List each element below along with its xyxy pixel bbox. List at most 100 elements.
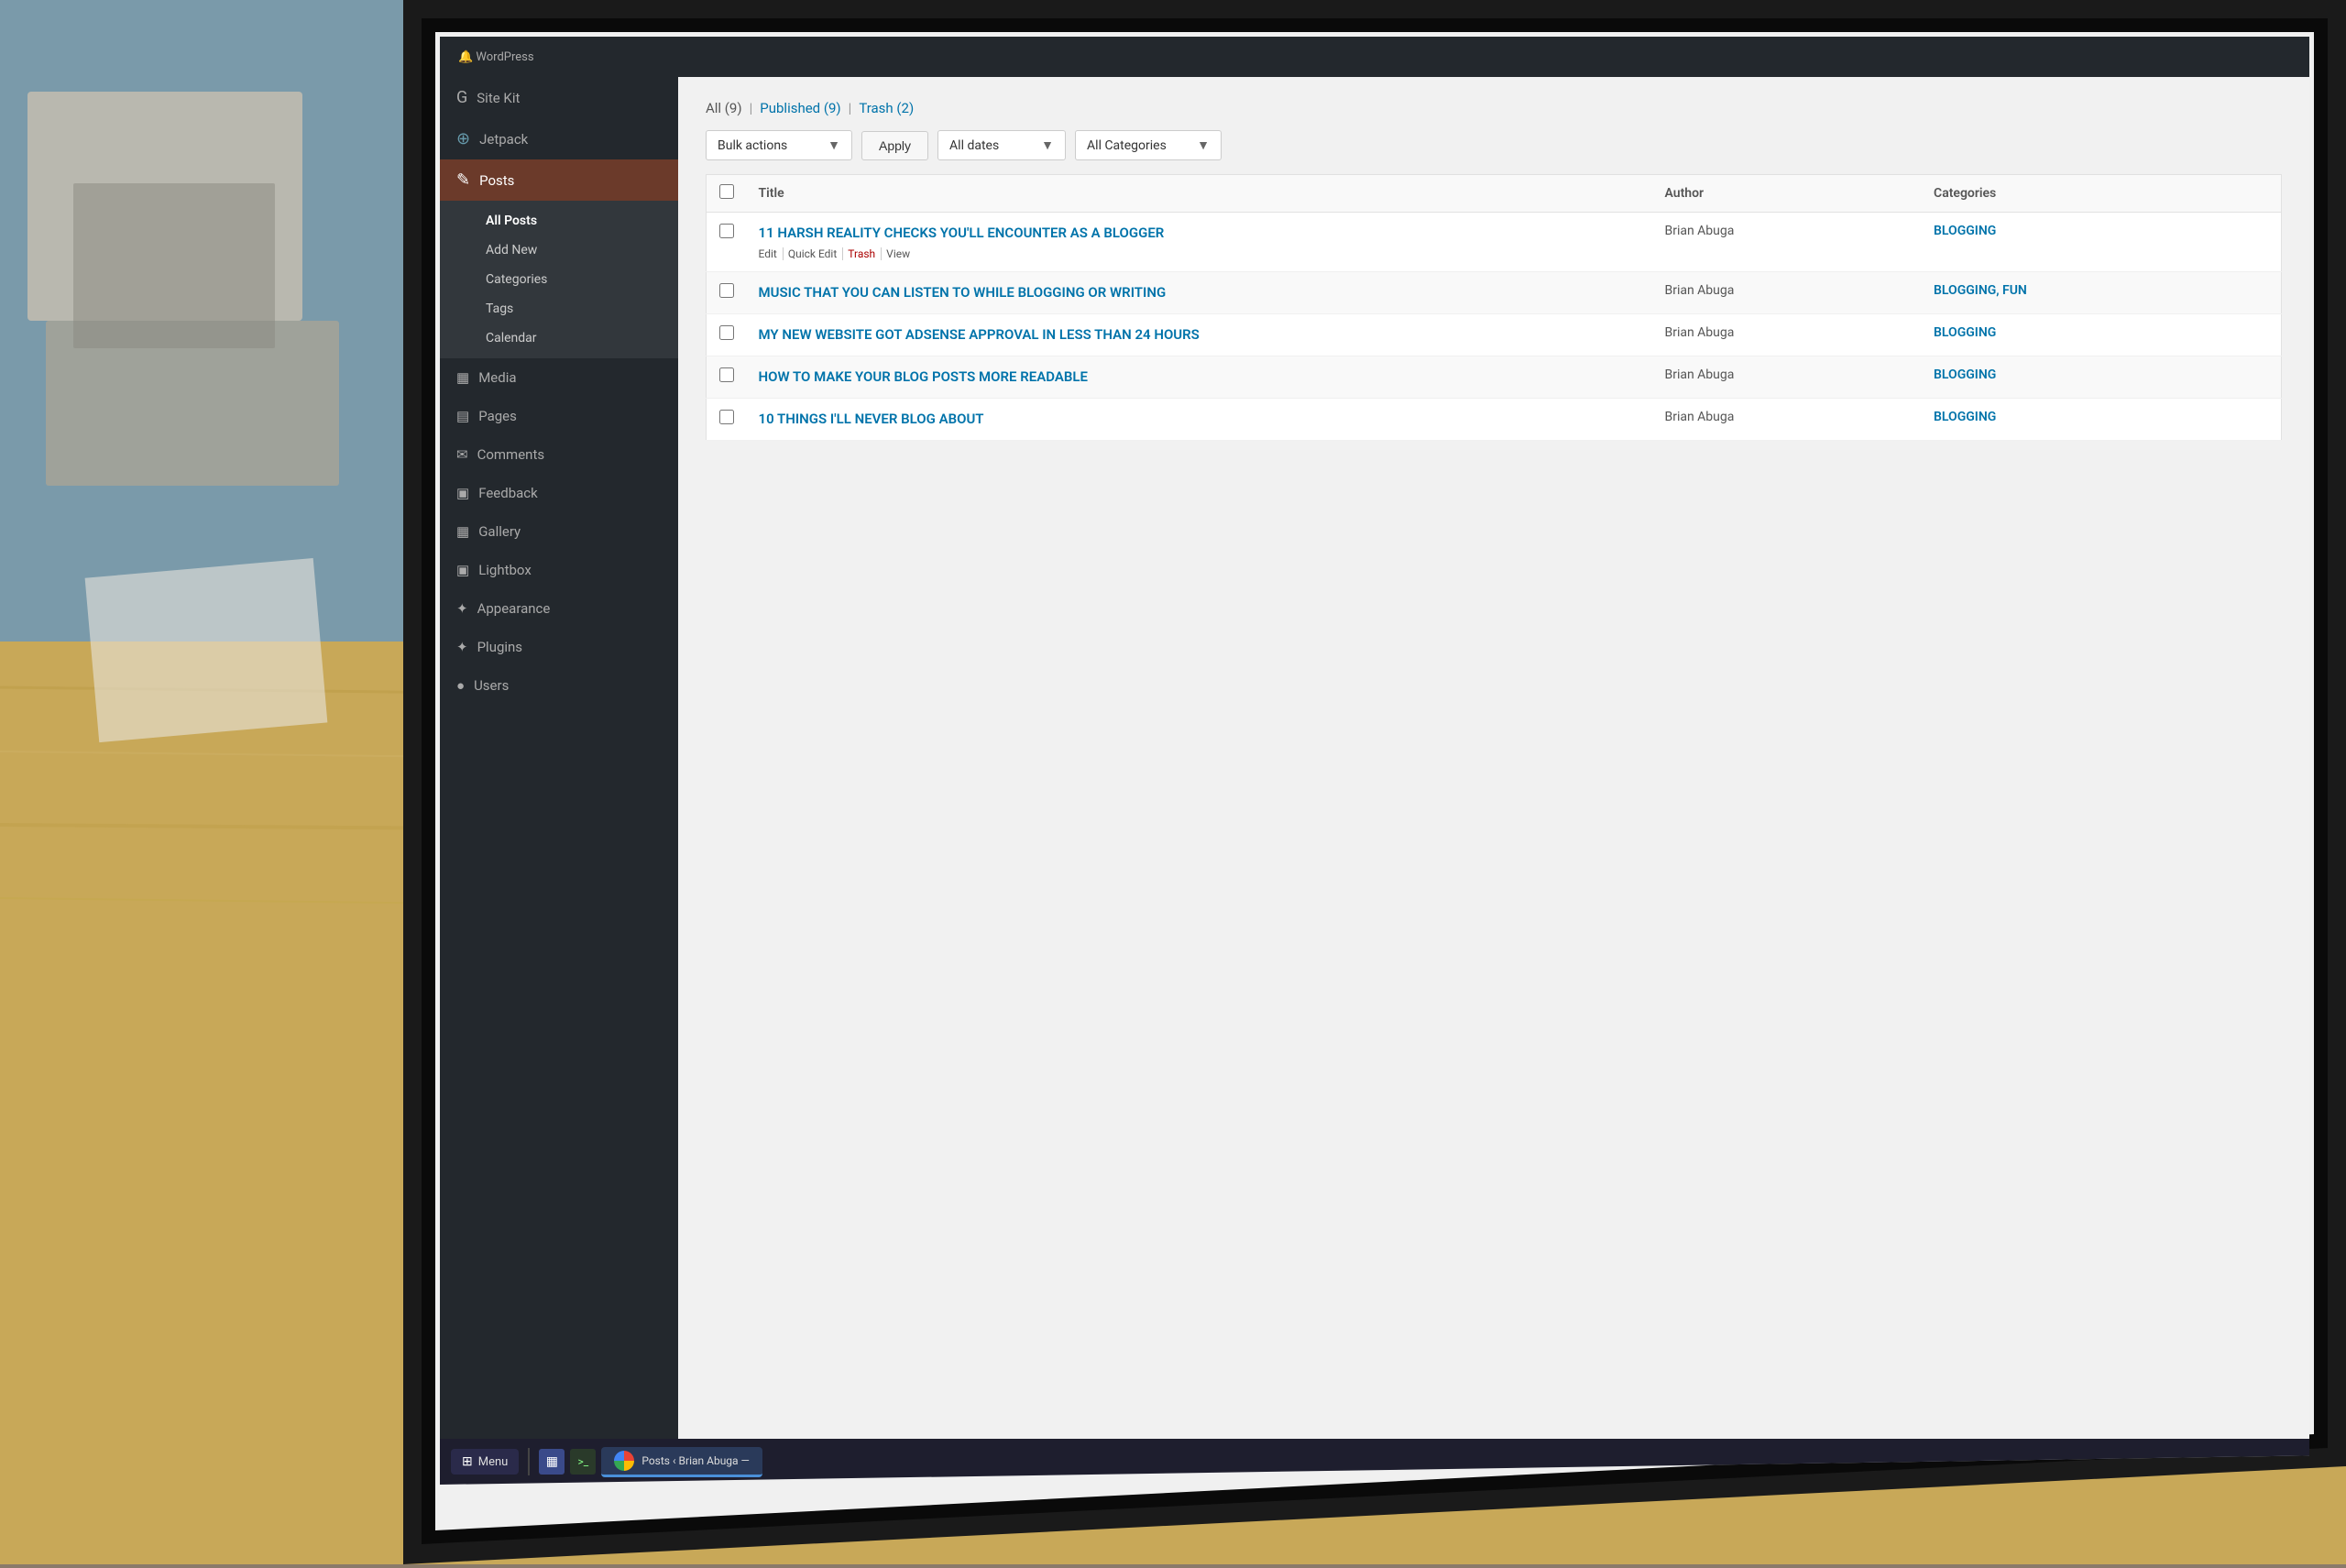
categories-cell-1: BLOGGING xyxy=(1923,213,2281,272)
col-checkbox xyxy=(707,175,748,213)
table-row: 10 THINGS I'LL NEVER BLOG ABOUT Brian Ab… xyxy=(707,399,2282,441)
posts-table: Title Author Categories xyxy=(706,174,2282,441)
table-row: MY NEW WEBSITE GOT ADSENSE APPROVAL IN L… xyxy=(707,314,2282,356)
bulk-actions-label: Bulk actions xyxy=(718,138,787,153)
row-checkbox-4[interactable] xyxy=(719,367,734,382)
select-all-checkbox[interactable] xyxy=(719,184,734,199)
sidebar-item-lightbox[interactable]: ▣ Lightbox xyxy=(440,551,678,589)
category-link-3[interactable]: BLOGGING xyxy=(1934,325,1996,340)
submenu-all-posts[interactable]: All Posts xyxy=(440,206,678,236)
sidebar-item-users[interactable]: ● Users xyxy=(440,666,678,705)
checkbox-cell-2 xyxy=(707,272,748,314)
post-title-link-3[interactable]: MY NEW WEBSITE GOT ADSENSE APPROVAL IN L… xyxy=(759,325,1643,345)
submenu-calendar[interactable]: Calendar xyxy=(440,323,678,353)
post-title-link-5[interactable]: 10 THINGS I'LL NEVER BLOG ABOUT xyxy=(759,410,1643,429)
row-checkbox-3[interactable] xyxy=(719,325,734,340)
category-link-5[interactable]: BLOGGING xyxy=(1934,410,1996,424)
quick-edit-link-1[interactable]: Quick Edit xyxy=(788,247,843,260)
view-link-1[interactable]: View xyxy=(886,247,910,260)
media-icon: ▦ xyxy=(456,369,469,386)
row-actions-1: Edit Quick Edit Trash View xyxy=(759,247,1643,260)
category-link-2[interactable]: BLOGGING, FUN xyxy=(1934,283,2027,298)
all-categories-arrow: ▼ xyxy=(1197,137,1210,153)
sidebar: G Site Kit ⊕ Jetpack ✎ Posts All Posts xyxy=(440,77,678,1439)
chrome-icon xyxy=(614,1451,634,1471)
post-title-link-4[interactable]: HOW TO MAKE YOUR BLOG POSTS MORE READABL… xyxy=(759,367,1643,387)
post-title-link-1[interactable]: 11 HARSH REALITY CHECKS YOU'LL ENCOUNTER… xyxy=(759,224,1643,243)
sidebar-item-media[interactable]: ▦ Media xyxy=(440,358,678,397)
checkbox-cell-1 xyxy=(707,213,748,272)
appearance-icon: ✦ xyxy=(456,600,468,617)
sidebar-item-pages[interactable]: ▤ Pages xyxy=(440,397,678,435)
start-label: Menu xyxy=(478,1455,509,1469)
taskbar-terminal-icon[interactable]: >_ xyxy=(570,1449,596,1475)
plugins-icon: ✦ xyxy=(456,639,468,655)
filter-published[interactable]: Published (9) xyxy=(760,100,840,116)
category-link-4[interactable]: BLOGGING xyxy=(1934,367,1996,382)
submenu-add-new[interactable]: Add New xyxy=(440,236,678,265)
gallery-icon: ▦ xyxy=(456,523,469,540)
separator-1: | xyxy=(750,100,753,116)
apply-button[interactable]: Apply xyxy=(861,131,928,160)
sidebar-item-feedback[interactable]: ▣ Feedback xyxy=(440,474,678,512)
taskbar-browser-item[interactable]: Posts ‹ Brian Abuga — xyxy=(601,1447,762,1477)
author-cell-4: Brian Abuga xyxy=(1653,356,1923,399)
sidebar-item-site-kit[interactable]: G Site Kit xyxy=(440,77,678,118)
categories-cell-4: BLOGGING xyxy=(1923,356,2281,399)
comments-icon: ✉ xyxy=(456,446,468,463)
sidebar-item-gallery[interactable]: ▦ Gallery xyxy=(440,512,678,551)
col-title: Title xyxy=(748,175,1654,213)
post-title-link-2[interactable]: MUSIC THAT YOU CAN LISTEN TO WHILE BLOGG… xyxy=(759,283,1643,302)
row-checkbox-5[interactable] xyxy=(719,410,734,424)
table-row: 11 HARSH REALITY CHECKS YOU'LL ENCOUNTER… xyxy=(707,213,2282,272)
sidebar-item-plugins[interactable]: ✦ Plugins xyxy=(440,628,678,666)
lightbox-icon: ▣ xyxy=(456,562,469,578)
col-categories: Categories xyxy=(1923,175,2281,213)
post-title-cell-4: HOW TO MAKE YOUR BLOG POSTS MORE READABL… xyxy=(748,356,1654,399)
taskbar-divider-1 xyxy=(528,1448,530,1475)
main-content: All (9) | Published (9) | Trash (2) Bulk… xyxy=(678,77,2309,1439)
categories-cell-2: BLOGGING, FUN xyxy=(1923,272,2281,314)
sidebar-item-posts[interactable]: ✎ Posts xyxy=(440,159,678,201)
trash-link-1[interactable]: Trash xyxy=(848,247,882,260)
post-title-cell-5: 10 THINGS I'LL NEVER BLOG ABOUT xyxy=(748,399,1654,441)
pages-icon: ▤ xyxy=(456,408,469,424)
post-title-cell-1: 11 HARSH REALITY CHECKS YOU'LL ENCOUNTER… xyxy=(748,213,1654,272)
all-dates-label: All dates xyxy=(949,138,999,153)
categories-cell-5: BLOGGING xyxy=(1923,399,2281,441)
row-checkbox-2[interactable] xyxy=(719,283,734,298)
bulk-actions-dropdown[interactable]: Bulk actions ▼ xyxy=(706,130,852,160)
author-cell-1: Brian Abuga xyxy=(1653,213,1923,272)
filter-all[interactable]: All (9) xyxy=(706,100,742,116)
edit-link-1[interactable]: Edit xyxy=(759,247,784,260)
sidebar-item-appearance[interactable]: ✦ Appearance xyxy=(440,589,678,628)
start-button[interactable]: ⊞ Menu xyxy=(451,1449,519,1475)
jetpack-icon: ⊕ xyxy=(456,129,470,148)
sidebar-item-jetpack[interactable]: ⊕ Jetpack xyxy=(440,118,678,159)
separator-2: | xyxy=(849,100,852,116)
all-categories-dropdown[interactable]: All Categories ▼ xyxy=(1075,130,1222,160)
start-icon: ⊞ xyxy=(462,1454,473,1469)
filter-bar: All (9) | Published (9) | Trash (2) xyxy=(706,100,2282,116)
browser-tab-label: Posts ‹ Brian Abuga — xyxy=(641,1454,750,1467)
row-checkbox-1[interactable] xyxy=(719,224,734,238)
filter-trash[interactable]: Trash (2) xyxy=(859,100,914,116)
col-author: Author xyxy=(1653,175,1923,213)
submenu-categories[interactable]: Categories xyxy=(440,265,678,294)
post-title-cell-2: MUSIC THAT YOU CAN LISTEN TO WHILE BLOGG… xyxy=(748,272,1654,314)
author-cell-3: Brian Abuga xyxy=(1653,314,1923,356)
author-cell-5: Brian Abuga xyxy=(1653,399,1923,441)
checkbox-cell-3 xyxy=(707,314,748,356)
sidebar-item-comments[interactable]: ✉ Comments xyxy=(440,435,678,474)
category-link-1[interactable]: BLOGGING xyxy=(1934,224,1996,238)
all-dates-arrow: ▼ xyxy=(1041,137,1054,153)
bulk-actions-arrow: ▼ xyxy=(828,137,840,153)
taskbar-square-icon[interactable]: ▦ xyxy=(539,1449,565,1475)
sidebar-label-posts: Posts xyxy=(479,172,514,189)
all-categories-label: All Categories xyxy=(1087,138,1167,153)
post-title-cell-3: MY NEW WEBSITE GOT ADSENSE APPROVAL IN L… xyxy=(748,314,1654,356)
submenu-tags[interactable]: Tags xyxy=(440,294,678,323)
table-row: MUSIC THAT YOU CAN LISTEN TO WHILE BLOGG… xyxy=(707,272,2282,314)
checkbox-cell-5 xyxy=(707,399,748,441)
all-dates-dropdown[interactable]: All dates ▼ xyxy=(937,130,1066,160)
